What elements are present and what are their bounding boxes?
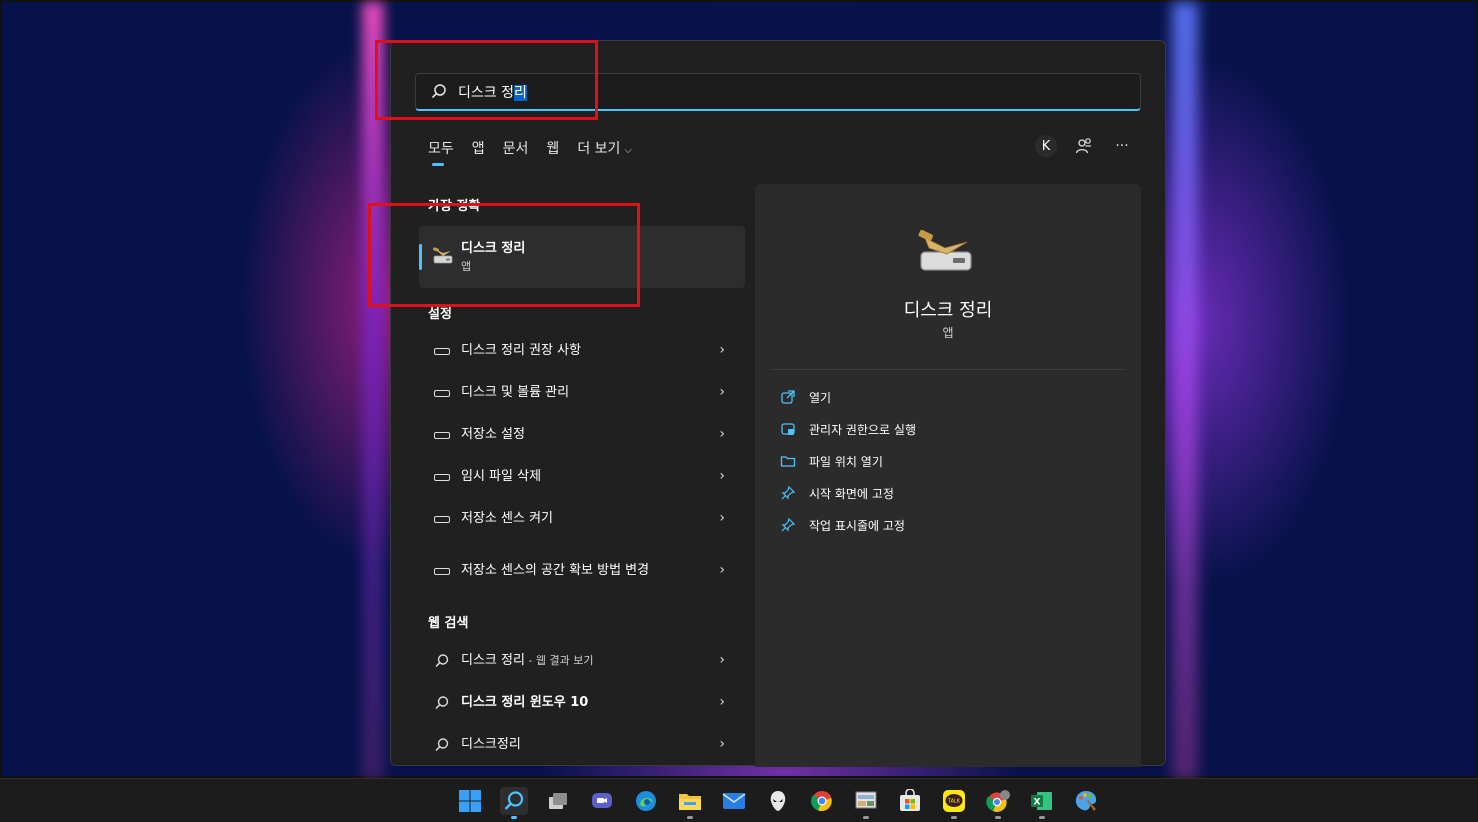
result-label: 저장소 설정 bbox=[461, 427, 525, 442]
search-icon bbox=[433, 696, 451, 710]
chevron-right-icon: › bbox=[719, 694, 725, 710]
shield-admin-icon bbox=[779, 420, 797, 438]
settings-item-storage-sense-space[interactable]: 저장소 센스의 공간 확보 방법 변경 › bbox=[419, 546, 745, 596]
settings-item-delete-temp-files[interactable]: 임시 파일 삭제 › bbox=[419, 456, 745, 498]
more-options-icon[interactable]: ··· bbox=[1111, 135, 1133, 157]
chat-icon[interactable] bbox=[588, 787, 616, 815]
chevron-right-icon: › bbox=[719, 510, 725, 526]
chevron-down-icon: ⌵ bbox=[624, 145, 632, 156]
storage-icon bbox=[433, 471, 451, 483]
search-icon[interactable] bbox=[500, 787, 528, 819]
preview-title: 디스크 정리 bbox=[903, 300, 993, 321]
alienware-icon[interactable] bbox=[764, 787, 792, 815]
tab-documents[interactable]: 문서 bbox=[503, 138, 529, 164]
svg-text:X: X bbox=[1034, 798, 1041, 808]
control-panel-icon[interactable] bbox=[852, 787, 880, 819]
disk-cleanup-app-icon bbox=[915, 228, 975, 276]
result-label: 디스크 정리 윈도우 10 bbox=[461, 695, 589, 710]
web-result-disk-cleanup-windows10[interactable]: 디스크 정리 윈도우 10 › bbox=[419, 682, 745, 724]
action-run-as-admin[interactable]: 관리자 권한으로 실행 bbox=[779, 417, 916, 441]
chrome-icon[interactable] bbox=[808, 787, 836, 815]
action-pin-to-taskbar[interactable]: 작업 표시줄에 고정 bbox=[779, 513, 905, 537]
chevron-right-icon: › bbox=[719, 736, 725, 752]
action-pin-to-start[interactable]: 시작 화면에 고정 bbox=[779, 481, 894, 505]
tab-all[interactable]: 모두 bbox=[428, 138, 454, 166]
best-match-heading: 가장 정확 bbox=[428, 199, 481, 214]
microsoft-store-icon[interactable] bbox=[896, 787, 924, 815]
chevron-right-icon: › bbox=[719, 384, 725, 400]
chevron-right-icon: › bbox=[719, 468, 725, 484]
settings-item-storage-sense-on[interactable]: 저장소 센스 켜기 › bbox=[419, 498, 745, 540]
chevron-right-icon: › bbox=[719, 426, 725, 442]
account-avatar[interactable]: K bbox=[1035, 135, 1057, 157]
search-query-text: 디스크 정리 bbox=[458, 84, 527, 101]
action-open[interactable]: 열기 bbox=[779, 385, 831, 409]
result-label: 디스크 정리 - 웹 결과 보기 bbox=[461, 653, 594, 668]
result-label: 디스크 및 볼륨 관리 bbox=[461, 385, 570, 400]
action-open-file-location[interactable]: 파일 위치 열기 bbox=[779, 449, 883, 473]
svg-text:TALK: TALK bbox=[947, 799, 961, 805]
paint-icon[interactable] bbox=[1072, 787, 1100, 815]
tab-more-label: 더 보기 bbox=[577, 141, 621, 157]
kakaotalk-icon[interactable]: TALK bbox=[940, 787, 968, 819]
storage-icon bbox=[433, 345, 451, 357]
edge-icon[interactable] bbox=[632, 787, 660, 815]
search-input[interactable]: 디스크 정리 bbox=[415, 73, 1141, 111]
filter-tabs: 모두 앱 문서 웹 더 보기 ⌵ bbox=[428, 138, 650, 166]
search-icon bbox=[430, 83, 448, 101]
result-label: 저장소 센스의 공간 확보 방법 변경 bbox=[461, 563, 650, 578]
best-match-title: 디스크 정리 bbox=[461, 241, 526, 256]
switch-account-icon[interactable] bbox=[1073, 135, 1095, 157]
best-match-result[interactable]: 디스크 정리 앱 bbox=[419, 226, 745, 288]
start-search-panel: 디스크 정리 모두 앱 문서 웹 더 보기 ⌵ K ··· 가장 정확 디스크 정… bbox=[390, 40, 1166, 767]
action-label: 파일 위치 열기 bbox=[809, 454, 883, 469]
task-view-icon[interactable] bbox=[544, 787, 572, 815]
settings-item-disk-cleanup-recommendations[interactable]: 디스크 정리 권장 사항 › bbox=[419, 330, 745, 372]
search-icon bbox=[433, 738, 451, 752]
excel-icon[interactable]: X bbox=[1028, 787, 1056, 819]
selection-indicator bbox=[419, 244, 422, 270]
web-search-heading: 웹 검색 bbox=[428, 616, 469, 631]
action-label: 열기 bbox=[809, 390, 832, 405]
result-label: 디스크 정리 권장 사항 bbox=[461, 343, 582, 358]
chevron-right-icon: › bbox=[719, 652, 725, 668]
action-label: 시작 화면에 고정 bbox=[809, 486, 894, 501]
chevron-right-icon: › bbox=[719, 342, 725, 358]
storage-icon bbox=[433, 387, 451, 399]
disk-cleanup-app-icon bbox=[431, 245, 455, 267]
best-match-type: 앱 bbox=[461, 260, 472, 273]
tab-more[interactable]: 더 보기 ⌵ bbox=[577, 138, 632, 164]
windows-start-icon[interactable] bbox=[456, 787, 484, 815]
action-label: 관리자 권한으로 실행 bbox=[809, 422, 916, 437]
tab-apps[interactable]: 앱 bbox=[472, 138, 485, 164]
result-label: 디스크정리 bbox=[461, 737, 521, 752]
pin-icon bbox=[779, 516, 797, 534]
selected-text: 리 bbox=[513, 84, 527, 101]
chrome-profile-icon[interactable] bbox=[984, 787, 1012, 819]
settings-heading: 설정 bbox=[428, 307, 452, 322]
open-external-icon bbox=[779, 388, 797, 406]
pin-icon bbox=[779, 484, 797, 502]
storage-icon bbox=[433, 565, 451, 577]
tab-web[interactable]: 웹 bbox=[546, 138, 559, 164]
divider bbox=[771, 369, 1125, 370]
storage-icon bbox=[433, 513, 451, 525]
storage-icon bbox=[433, 429, 451, 441]
preview-pane: 디스크 정리 앱 열기 관리자 권한으로 실행 파일 위치 열기 시작 화면에 bbox=[755, 184, 1141, 767]
web-result-diskcleanup[interactable]: 디스크정리 › bbox=[419, 724, 745, 766]
folder-icon bbox=[779, 452, 797, 470]
settings-item-disk-volume-management[interactable]: 디스크 및 볼륨 관리 › bbox=[419, 372, 745, 414]
web-result-disk-cleanup[interactable]: 디스크 정리 - 웹 결과 보기 › bbox=[419, 640, 745, 682]
chevron-right-icon: › bbox=[719, 562, 725, 578]
search-icon bbox=[433, 654, 451, 668]
mail-icon[interactable] bbox=[720, 787, 748, 815]
taskbar: TALK X bbox=[0, 778, 1478, 822]
header-actions: K ··· bbox=[1035, 135, 1133, 157]
result-label: 저장소 센스 켜기 bbox=[461, 511, 553, 526]
settings-item-storage-settings[interactable]: 저장소 설정 › bbox=[419, 414, 745, 456]
preview-type: 앱 bbox=[942, 326, 954, 340]
action-label: 작업 표시줄에 고정 bbox=[809, 518, 905, 533]
result-label: 임시 파일 삭제 bbox=[461, 469, 542, 484]
file-explorer-icon[interactable] bbox=[676, 787, 704, 819]
